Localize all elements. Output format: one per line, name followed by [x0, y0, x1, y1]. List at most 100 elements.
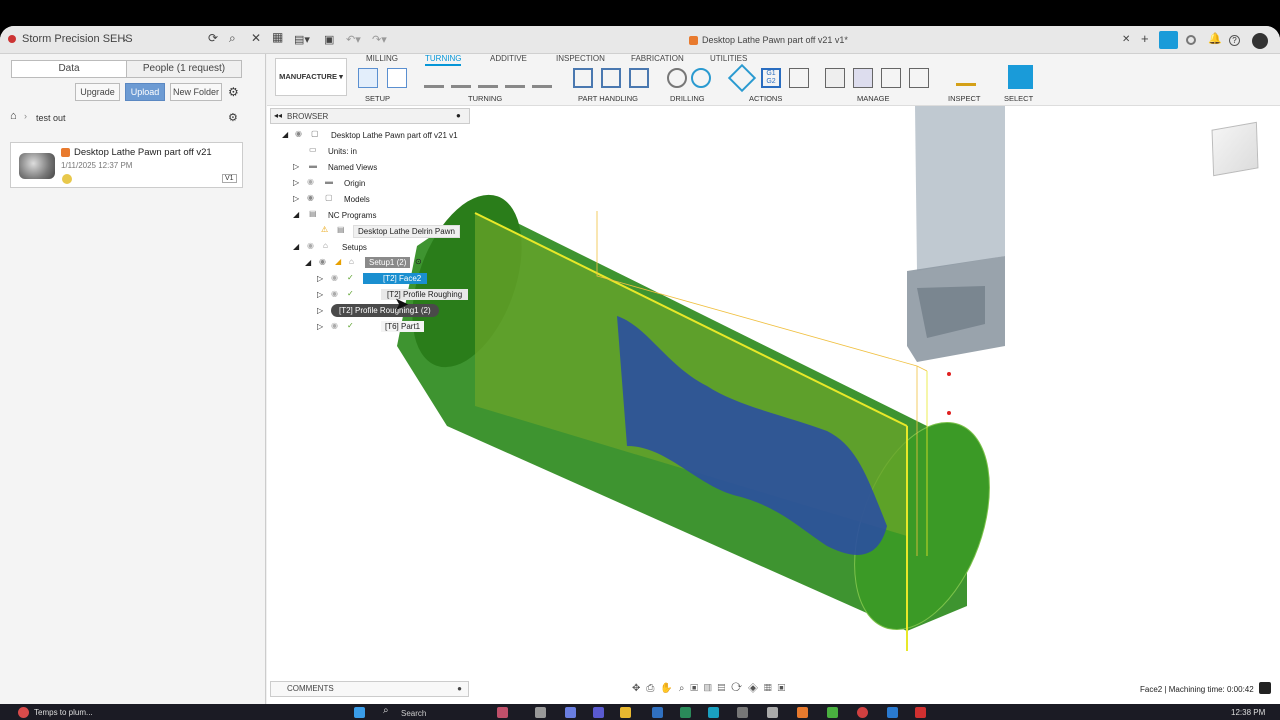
weather-text[interactable]: Temps to plum... [34, 708, 93, 717]
turning-profile-icon[interactable] [451, 68, 471, 88]
turning-chamfer-icon[interactable] [532, 68, 552, 88]
app-icon[interactable] [827, 707, 838, 718]
app-icon[interactable] [680, 707, 691, 718]
taskbar-clock[interactable]: 12:38 PM [1231, 708, 1265, 717]
simulate-icon[interactable] [727, 63, 757, 93]
tree-models[interactable]: Models [344, 195, 370, 204]
tree-setups[interactable]: Setups [342, 243, 367, 252]
tab-people[interactable]: People (1 request) [126, 60, 242, 78]
team-name[interactable]: Storm Precision SEHS [22, 33, 133, 45]
file-menu-icon[interactable]: ▤▾ [294, 33, 310, 46]
file-card[interactable]: Desktop Lathe Pawn part off v21 1/11/202… [10, 142, 243, 188]
nc-program-icon[interactable] [387, 68, 407, 88]
tab-milling[interactable]: MILLING [366, 54, 398, 63]
group-select[interactable]: SELECT [1004, 94, 1033, 103]
search-icon[interactable]: ⌕ [229, 31, 236, 46]
chevron-down-icon[interactable]: ⌄ [121, 33, 129, 44]
part-transfer-icon[interactable] [573, 68, 593, 88]
tab-utilities[interactable]: UTILITIES [710, 54, 747, 63]
app-icon[interactable] [535, 707, 546, 718]
tab-turning[interactable]: TURNING [425, 54, 462, 66]
eye-icon[interactable]: ◉ [307, 193, 314, 202]
model-view[interactable] [267, 106, 1280, 704]
bar-pull-icon[interactable] [601, 68, 621, 88]
collapse-browser-icon[interactable]: ◂◂ [274, 111, 282, 120]
expand-arrow-icon[interactable]: ◢ [305, 258, 311, 267]
navigation-toolbar[interactable]: ✥⎙✋⌕▣▥▤⟳◈▦▣ [632, 683, 912, 697]
folder-icon[interactable] [620, 707, 631, 718]
tab-inspection[interactable]: INSPECTION [556, 54, 605, 63]
app-icon[interactable] [915, 707, 926, 718]
upload-button[interactable]: Upload [125, 83, 165, 101]
refresh-icon[interactable]: ⟳ [208, 31, 218, 45]
turning-groove-icon[interactable] [478, 68, 498, 88]
expand-arrow-icon[interactable]: ▷ [317, 274, 323, 283]
job-status-icon[interactable] [1186, 35, 1196, 45]
tree-op-part1[interactable]: [T6] Part1 [381, 321, 425, 332]
browser-icon[interactable] [708, 707, 719, 718]
post-process-icon[interactable]: G1 G2 [761, 68, 781, 88]
version-badge[interactable]: V1 [222, 174, 237, 183]
eye-icon[interactable]: ◉ [331, 321, 338, 330]
turning-thread-icon[interactable] [505, 68, 525, 88]
setup-sheet-icon[interactable] [789, 68, 809, 88]
group-setup[interactable]: SETUP [365, 94, 390, 103]
start-icon[interactable] [354, 707, 365, 718]
tree-nc-item[interactable]: Desktop Lathe Delrin Pawn [353, 225, 460, 238]
taskbar-search[interactable]: Search [401, 709, 426, 718]
drill-icon[interactable] [667, 68, 687, 88]
expand-arrow-icon[interactable]: ▷ [317, 322, 323, 331]
folder-settings-icon[interactable]: ⚙ [228, 111, 238, 124]
eye-icon[interactable]: ◉ [307, 241, 314, 250]
expand-arrow-icon[interactable]: ◢ [282, 130, 288, 139]
group-manage[interactable]: MANAGE [857, 94, 890, 103]
group-part-handling[interactable]: PART HANDLING [578, 94, 638, 103]
expand-arrow-icon[interactable]: ▷ [293, 194, 299, 203]
chrome-icon[interactable] [857, 707, 868, 718]
close-tab-icon[interactable]: ✕ [1122, 34, 1130, 45]
upgrade-button[interactable]: Upgrade [75, 83, 120, 101]
new-folder-button[interactable]: New Folder [170, 83, 222, 101]
app-icon[interactable] [737, 707, 748, 718]
canvas-viewport[interactable]: ◂◂ BROWSER ● ◢ ◉ ▢ Desktop Lathe Pawn pa… [267, 106, 1280, 704]
target-icon[interactable]: ⊙ [415, 257, 422, 266]
tab-additive[interactable]: ADDITIVE [490, 54, 527, 63]
setup-icon[interactable] [358, 68, 378, 88]
comments-pin-icon[interactable]: ● [457, 682, 462, 696]
expand-arrow-icon[interactable]: ▷ [293, 178, 299, 187]
gear-icon[interactable]: ⚙ [228, 85, 239, 99]
drill-thread-icon[interactable] [691, 68, 711, 88]
close-panel-icon[interactable]: ✕ [251, 31, 261, 45]
text-commands-icon[interactable] [1259, 682, 1271, 694]
weather-icon[interactable] [18, 707, 29, 718]
new-tab-icon[interactable]: + [1141, 31, 1149, 46]
app-icon[interactable] [497, 707, 508, 718]
breadcrumb[interactable]: test out [36, 113, 66, 123]
expand-arrow-icon[interactable]: ▷ [293, 162, 299, 171]
machine-library-icon[interactable] [853, 68, 873, 88]
eye-icon[interactable]: ◉ [331, 273, 338, 282]
save-icon[interactable]: ▣ [324, 33, 334, 46]
tab-data[interactable]: Data [11, 60, 127, 78]
eye-icon[interactable]: ◉ [319, 257, 326, 266]
tree-nc-programs[interactable]: NC Programs [328, 211, 376, 220]
group-inspect[interactable]: INSPECT [948, 94, 981, 103]
help-icon[interactable]: ? [1229, 35, 1240, 46]
measure-icon[interactable] [956, 72, 976, 86]
group-turning[interactable]: TURNING [468, 94, 502, 103]
vscode-icon[interactable] [887, 707, 898, 718]
avatar[interactable] [1252, 33, 1268, 49]
comments-bar[interactable]: COMMENTS ● [270, 681, 469, 697]
search-icon[interactable]: ⌕ [383, 705, 394, 716]
subspindle-icon[interactable] [629, 68, 649, 88]
undo-icon[interactable]: ↶▾ [346, 33, 361, 46]
tree-setup1[interactable]: Setup1 (2) [365, 257, 411, 268]
grid-icon[interactable]: ▦ [272, 30, 283, 44]
eye-icon[interactable]: ◉ [307, 177, 314, 186]
post-library-icon[interactable] [881, 68, 901, 88]
tab-fabrication[interactable]: FABRICATION [631, 54, 684, 63]
browser-pin-icon[interactable]: ● [456, 111, 461, 120]
expand-arrow-icon[interactable]: ◢ [293, 242, 299, 251]
tree-root[interactable]: Desktop Lathe Pawn part off v21 v1 [331, 131, 458, 140]
fusion-icon[interactable] [797, 707, 808, 718]
